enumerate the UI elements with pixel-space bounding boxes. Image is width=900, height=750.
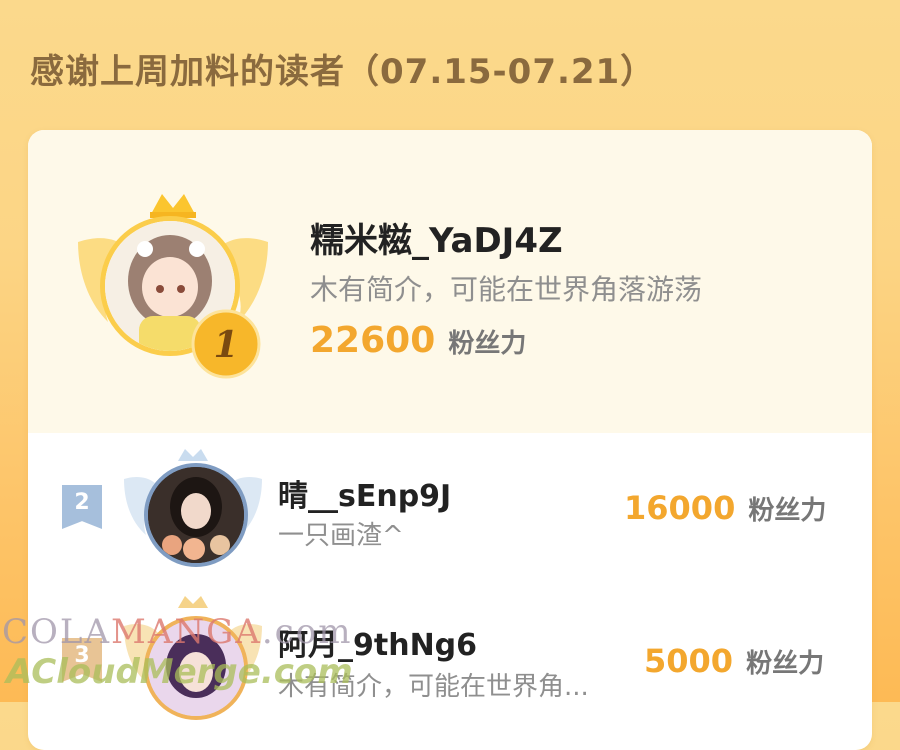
watermark-acloudmerge: ACloudMerge.com	[6, 652, 353, 692]
avatar-photo-icon	[148, 467, 244, 563]
rank-2-badge: 2	[62, 485, 102, 529]
watermark-colamanga: COLAMANGA.com	[2, 612, 352, 652]
reader-row-2[interactable]: 2 晴__sEnp9J 一只画渣^ 16000 粉丝力	[28, 433, 872, 583]
page-title: 感谢上周加料的读者（07.15-07.21）	[30, 52, 656, 92]
reader-row-1[interactable]: 1 糯米糍_YaDJ4Z 木有简介，可能在世界角落游荡 22600 粉丝力	[28, 130, 872, 433]
fans-unit: 粉丝力	[448, 329, 527, 359]
fans-number: 22600	[310, 320, 436, 361]
fans-number: 16000	[624, 489, 736, 527]
reader-bio: 一只画渣^	[278, 521, 404, 551]
reader-bio: 木有简介，可能在世界角落游荡	[310, 273, 703, 306]
watermark-part: .com	[261, 612, 353, 652]
reader-avatar[interactable]	[144, 463, 248, 567]
fans-score: 5000 粉丝力	[644, 642, 824, 680]
fans-number: 5000	[644, 642, 734, 680]
fans-score: 22600 粉丝力	[310, 320, 526, 361]
fans-unit: 粉丝力	[748, 496, 827, 526]
rank-1-medal-icon: 1	[191, 309, 261, 379]
reader-nickname: 晴__sEnp9J	[278, 479, 452, 514]
fans-score: 16000 粉丝力	[624, 489, 826, 527]
svg-text:1: 1	[213, 324, 238, 366]
watermark-part: COLA	[2, 612, 112, 652]
fans-unit: 粉丝力	[746, 649, 825, 679]
reader-nickname: 糯米糍_YaDJ4Z	[310, 221, 563, 261]
watermark-part: MANGA	[111, 612, 262, 652]
